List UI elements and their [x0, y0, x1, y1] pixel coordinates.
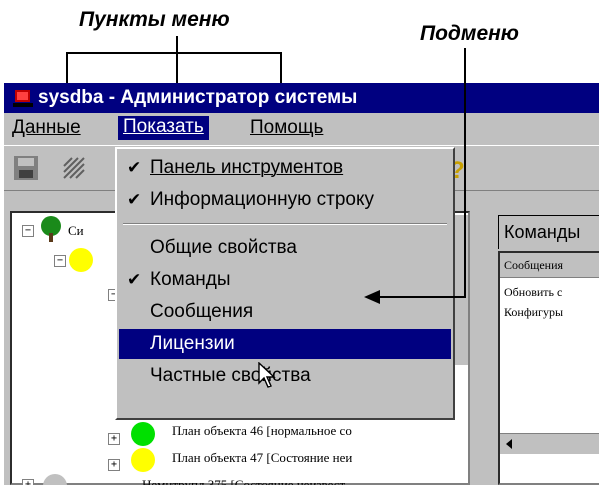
list-item[interactable]: Конфигуры	[504, 305, 563, 320]
menu-item-label: Информационную строку	[150, 189, 374, 210]
arrow-left-icon	[364, 290, 380, 304]
app-icon	[13, 90, 33, 107]
tree-root-label: Си	[68, 223, 84, 238]
menu-item-general-properties[interactable]: Общие свойства	[119, 233, 451, 263]
expand-icon[interactable]: +	[22, 479, 34, 485]
yellow-node-icon	[131, 448, 155, 472]
menu-item-commands[interactable]: ✔ Команды	[119, 265, 451, 295]
save-icon[interactable]	[12, 154, 40, 182]
window-title: sysdba - Администратор системы	[38, 87, 358, 108]
menu-item-label: Сообщения	[150, 301, 254, 322]
menu-item-private-properties[interactable]: Частные свойства	[119, 361, 451, 391]
annotation-line	[378, 296, 466, 298]
menu-help-label: Помощь	[250, 117, 324, 138]
column-header-messages[interactable]: Сообщения	[500, 253, 599, 278]
commands-list[interactable]: Сообщения Обновить с Конфигуры	[498, 251, 599, 485]
menu-data[interactable]: Данные	[12, 117, 81, 141]
menu-data-label: Данные	[12, 117, 81, 138]
annotation-line	[464, 48, 466, 298]
collapse-icon[interactable]: −	[22, 225, 34, 237]
title-bar: sysdba - Администратор системы	[4, 83, 599, 113]
menu-item-status-line[interactable]: ✔ Информационную строку	[119, 185, 451, 215]
menu-item-label: Панель инструментов	[150, 157, 344, 178]
check-icon: ✔	[127, 190, 142, 209]
menu-item-toolbar[interactable]: ✔ Панель инструментов	[119, 153, 451, 183]
list-item[interactable]: Обновить с	[504, 285, 562, 300]
collapse-icon[interactable]: −	[54, 255, 66, 267]
menu-show[interactable]: Показать	[118, 116, 209, 140]
green-node-icon	[131, 422, 155, 446]
menu-item-label: Частные свойства	[150, 365, 311, 386]
menu-item-label: Команды	[150, 269, 231, 290]
menu-show-label: Показать	[123, 116, 204, 137]
annotation-line	[66, 52, 282, 54]
check-icon: ✔	[127, 158, 142, 177]
horizontal-scrollbar[interactable]	[500, 433, 599, 454]
menu-bar: Данные Показать Помощь	[4, 113, 599, 143]
tree-root-icon	[41, 216, 61, 242]
tree-item-label[interactable]: Немнтрупл 375 [Состояние неизвест	[142, 477, 345, 485]
menu-item-messages[interactable]: Сообщения	[119, 297, 451, 327]
expand-icon[interactable]: +	[108, 433, 120, 445]
gray-node-icon	[43, 474, 67, 485]
mouse-cursor-icon	[258, 362, 276, 388]
expand-icon[interactable]: +	[108, 459, 120, 471]
grid-icon[interactable]	[60, 154, 88, 182]
yellow-node-icon	[69, 248, 93, 272]
menu-separator	[123, 223, 447, 225]
menu-items-annotation: Пункты меню	[79, 8, 230, 31]
details-pane: Команды Сообщения Обновить с Конфигуры	[492, 211, 599, 485]
menu-item-label: Общие свойства	[150, 237, 297, 258]
tab-commands[interactable]: Команды	[498, 215, 599, 249]
menu-item-licenses[interactable]: Лицензии	[119, 329, 451, 359]
tree-item-label[interactable]: План объекта 47 [Состояние неи	[172, 450, 352, 466]
submenu-annotation: Подменю	[420, 22, 519, 45]
menu-item-label: Лицензии	[150, 333, 235, 354]
scroll-left-icon[interactable]	[500, 434, 520, 454]
show-menu-dropdown: ✔ Панель инструментов ✔ Информационную с…	[115, 147, 455, 420]
menu-help[interactable]: Помощь	[250, 117, 323, 141]
tree-item-label[interactable]: План объекта 46 [нормальное со	[172, 423, 352, 439]
check-icon: ✔	[127, 270, 142, 289]
